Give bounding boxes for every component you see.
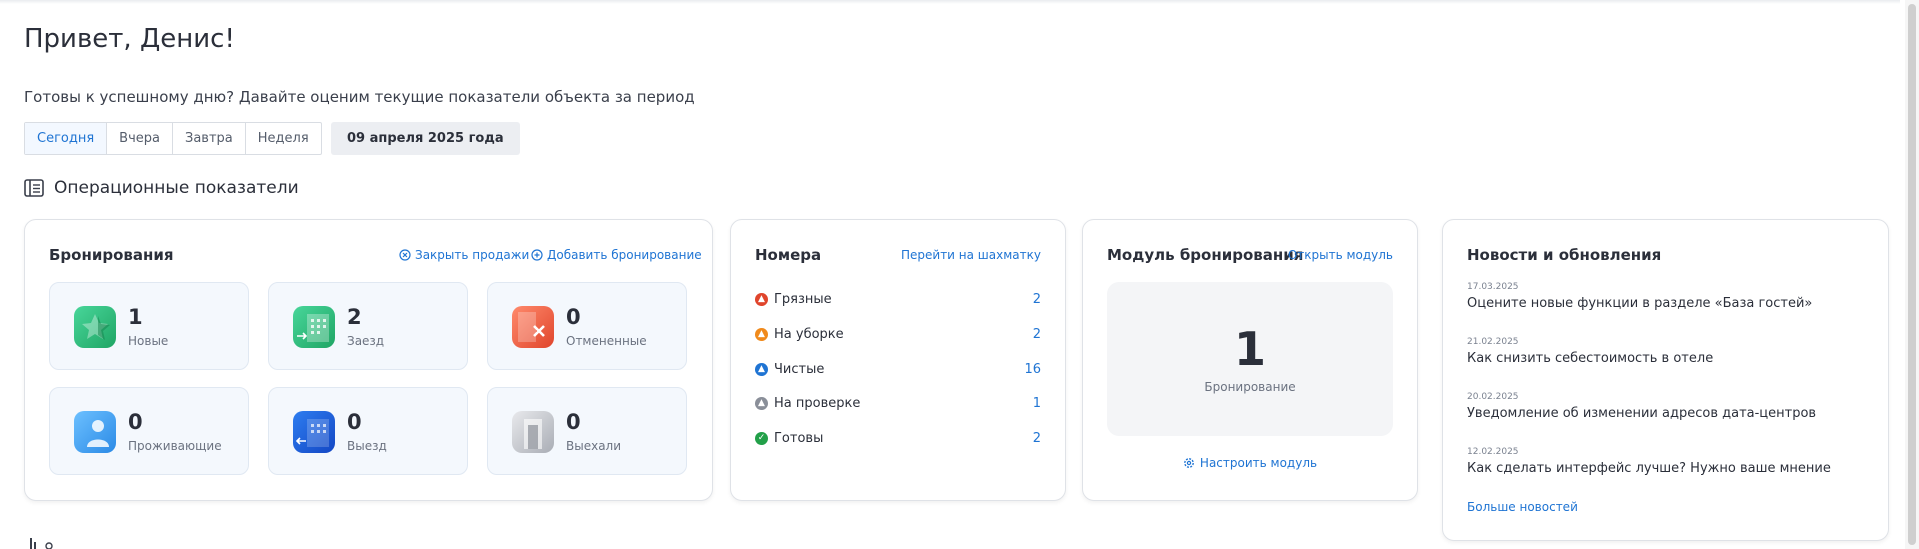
bookings-title: Бронирования [49, 246, 174, 264]
news-date: 17.03.2025 [1467, 282, 1519, 292]
configure-module-label: Настроить модуль [1199, 456, 1318, 470]
period-tab-tomorrow[interactable]: Завтра [173, 123, 246, 154]
stat-value: 0 [566, 410, 581, 434]
greeting-subtitle: Готовы к успешному дню? Давайте оценим т… [24, 88, 695, 106]
guest-icon [74, 411, 116, 453]
room-status-count: 2 [1032, 326, 1041, 342]
stat-staying[interactable]: 0 Проживающие [49, 387, 249, 475]
module-booking-count: 1 Бронирование [1107, 282, 1393, 436]
room-status-label: Грязные [774, 291, 832, 307]
dirty-status-icon: ▲ [755, 292, 768, 306]
page-scrollbar[interactable] [1905, 0, 1919, 549]
news-item[interactable]: 12.02.2025 Как сделать интерфейс лучше? … [1467, 447, 1831, 476]
news-item[interactable]: 21.02.2025 Как снизить себестоимость в о… [1467, 337, 1713, 366]
stat-label: Заезд [347, 334, 385, 348]
date-picker-button[interactable]: 09 апреля 2025 года [331, 122, 520, 155]
stat-label: Отмененные [566, 334, 647, 348]
dashboard-icon [24, 179, 44, 197]
room-status-row[interactable]: ▲ Грязные 2 [755, 289, 1041, 309]
stat-label: Новые [128, 334, 169, 348]
analytics-icon [30, 538, 53, 549]
room-status-row[interactable]: ▲ Чистые 16 [755, 359, 1041, 379]
news-item[interactable]: 20.02.2025 Уведомление об изменении адре… [1467, 392, 1816, 421]
news-link[interactable]: Уведомление об изменении адресов дата-це… [1467, 406, 1816, 421]
add-circle-icon [531, 249, 543, 261]
room-status-row[interactable]: ✓ Готовы 2 [755, 428, 1041, 448]
room-status-row[interactable]: ▲ На проверке 1 [755, 393, 1041, 413]
stat-value: 0 [128, 410, 143, 434]
clean-status-icon: ▲ [755, 362, 768, 376]
news-link[interactable]: Как сделать интерфейс лучше? Нужно ваше … [1467, 461, 1831, 476]
booking-module-title: Модуль бронирования [1107, 246, 1304, 264]
module-count-label: Бронирование [1204, 380, 1296, 394]
stat-value: 0 [566, 305, 581, 329]
room-status-count: 2 [1032, 430, 1041, 446]
news-link[interactable]: Как снизить себестоимость в отеле [1467, 351, 1713, 366]
inspection-status-icon: ▲ [755, 396, 768, 410]
stat-cancelled[interactable]: 0 Отмененные [487, 282, 687, 370]
check-in-icon [293, 306, 335, 348]
stat-check-in[interactable]: 2 Заезд [268, 282, 468, 370]
rooms-card: Номера Перейти на шахматку ▲ Грязные 2 ▲… [730, 219, 1066, 501]
header-shadow [0, 0, 1900, 4]
stat-checked-out[interactable]: 0 Выехали [487, 387, 687, 475]
cancel-icon [512, 306, 554, 348]
stat-new[interactable]: 1 Новые [49, 282, 249, 370]
booking-module-card: Модуль бронирования Открыть модуль 1 Бро… [1082, 219, 1418, 501]
section-header: Операционные показатели [24, 178, 299, 198]
news-title: Новости и обновления [1467, 246, 1662, 264]
cleaning-status-icon: ▲ [755, 327, 768, 341]
news-date: 12.02.2025 [1467, 447, 1519, 457]
news-date: 20.02.2025 [1467, 392, 1519, 402]
open-module-link[interactable]: Открыть модуль [1288, 248, 1393, 262]
add-booking-link[interactable]: Добавить бронирование [531, 248, 702, 262]
door-icon [512, 411, 554, 453]
news-card: Новости и обновления 17.03.2025 Оцените … [1442, 219, 1889, 541]
room-chart-link[interactable]: Перейти на шахматку [901, 248, 1041, 262]
room-status-label: На уборке [774, 326, 844, 342]
stat-value: 0 [347, 410, 362, 434]
add-booking-label: Добавить бронирование [547, 248, 702, 262]
configure-module-link[interactable]: Настроить модуль [1083, 456, 1417, 470]
period-tab-week[interactable]: Неделя [246, 123, 321, 154]
news-item[interactable]: 17.03.2025 Оцените новые функции в разде… [1467, 282, 1812, 311]
period-tab-yesterday[interactable]: Вчера [107, 123, 173, 154]
room-status-label: Готовы [774, 430, 824, 446]
room-status-label: Чистые [774, 361, 825, 377]
greeting-title: Привет, Денис! [24, 24, 235, 54]
close-sales-link[interactable]: Закрыть продажи [399, 248, 529, 262]
room-status-row[interactable]: ▲ На уборке 2 [755, 324, 1041, 344]
period-selector: Сегодня Вчера Завтра Неделя [24, 122, 322, 155]
stat-label: Проживающие [128, 439, 222, 453]
period-tab-today[interactable]: Сегодня [25, 123, 108, 154]
room-status-label: На проверке [774, 395, 861, 411]
news-date: 21.02.2025 [1467, 337, 1519, 347]
close-sales-label: Закрыть продажи [415, 248, 530, 262]
check-out-icon [293, 411, 335, 453]
stat-label: Выезд [347, 439, 387, 453]
star-icon [74, 306, 116, 348]
ready-status-icon: ✓ [755, 431, 768, 445]
scrollbar-thumb[interactable] [1908, 4, 1916, 545]
news-link[interactable]: Оцените новые функции в разделе «База го… [1467, 296, 1812, 311]
room-status-count: 16 [1024, 361, 1041, 377]
gear-icon [1184, 458, 1194, 468]
stat-value: 2 [347, 305, 362, 329]
rooms-title: Номера [755, 246, 822, 264]
room-status-count: 2 [1032, 291, 1041, 307]
module-count-value: 1 [1233, 322, 1266, 376]
close-circle-icon [399, 249, 411, 261]
stat-value: 1 [128, 305, 143, 329]
section-title: Операционные показатели [54, 178, 299, 198]
stat-label: Выехали [566, 439, 622, 453]
room-status-count: 1 [1032, 395, 1041, 411]
more-news-link[interactable]: Больше новостей [1467, 500, 1578, 514]
bookings-card: Бронирования Закрыть продажи Добавить бр… [24, 219, 713, 501]
stat-check-out[interactable]: 0 Выезд [268, 387, 468, 475]
